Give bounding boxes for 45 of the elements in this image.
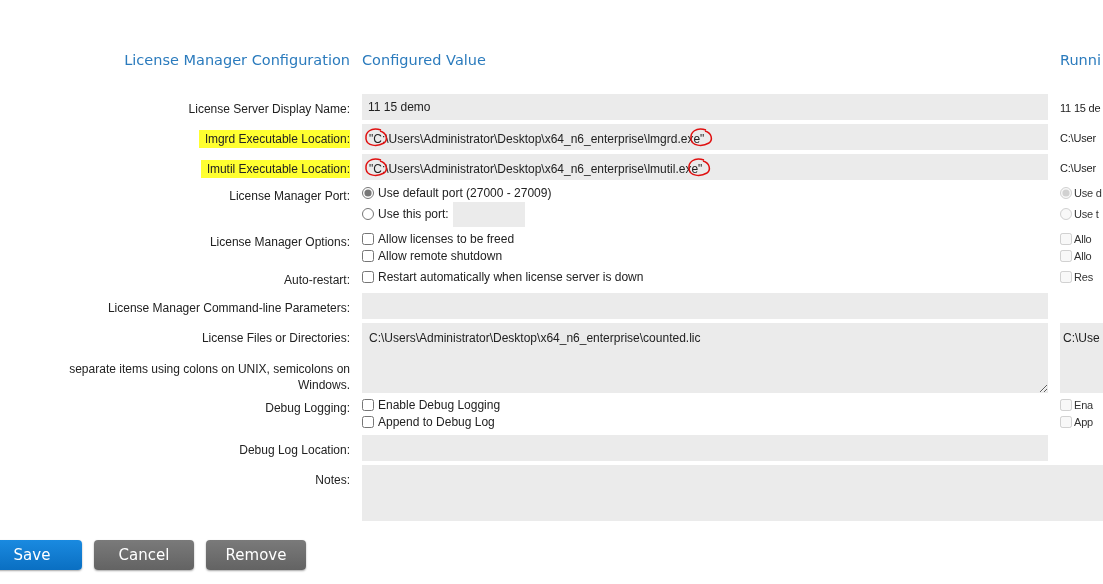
field-label: Notes:	[315, 472, 350, 487]
running-value: C:\Use	[1060, 322, 1103, 393]
radio-button[interactable]	[362, 187, 374, 200]
running-value: C:\User	[1060, 161, 1096, 174]
checkbox[interactable]	[362, 416, 374, 429]
field-label: License Manager Options:	[209, 234, 350, 249]
running-option-label: Use d	[1074, 186, 1102, 201]
checkbox-label: Restart automatically when license server is down	[378, 269, 644, 287]
action-button[interactable]: Cancel	[94, 539, 194, 570]
running-option-label: Res	[1074, 270, 1093, 285]
running-value: C:\User	[1060, 131, 1096, 144]
field-label: License Server Display Name:	[188, 101, 350, 116]
option-label: Use default port (27000 - 27009)	[378, 185, 552, 203]
checkbox-label: Enable Debug Logging	[378, 397, 501, 415]
checkbox-label: Allow licenses to be freed	[378, 231, 515, 249]
action-button[interactable]: Save	[0, 539, 82, 570]
field-label: Auto-restart:	[283, 272, 350, 287]
field-label: lmgrd Executable Location:	[199, 129, 350, 148]
checkbox[interactable]	[362, 271, 374, 284]
checkbox-label: Allow remote shutdown	[378, 248, 503, 266]
text-area[interactable]: C:\Users\Administrator\Desktop\x64_n6_enterprise\counted.lic	[362, 322, 1048, 393]
column-heading: Configured Value	[362, 51, 487, 70]
option-label: Use this port:	[378, 206, 449, 224]
field-label: License Manager Port:	[229, 188, 350, 203]
checkbox-label: Append to Debug Log	[378, 414, 495, 432]
action-button[interactable]: Remove	[206, 539, 306, 570]
field-label: License Files or Directories:	[200, 329, 350, 347]
column-heading: License Manager Configuration	[123, 51, 350, 70]
field-label: Debug Log Location:	[239, 442, 350, 457]
input-field[interactable]: 11 15 demo	[362, 93, 1048, 120]
checkbox[interactable]	[362, 233, 374, 246]
running-option-label: Use t	[1074, 207, 1099, 222]
running-option-label: App	[1074, 415, 1093, 430]
checkbox[interactable]	[362, 250, 374, 263]
running-value: 11 15 de	[1060, 101, 1101, 114]
checkbox[interactable]	[362, 399, 374, 412]
field-label: Debug Logging:	[265, 400, 350, 415]
column-heading: Runni	[1060, 51, 1103, 70]
running-option-label: Ena	[1074, 398, 1093, 413]
field-hint: separate items using colons on UNIX, semicolons on Windows.	[68, 360, 350, 393]
running-option-label: Allo	[1074, 232, 1092, 247]
running-option-label: Allo	[1074, 249, 1092, 264]
field-label: License Manager Command-line Parameters:	[107, 300, 350, 315]
radio-button[interactable]	[362, 208, 374, 221]
field-label: lmutil Executable Location:	[201, 159, 350, 178]
